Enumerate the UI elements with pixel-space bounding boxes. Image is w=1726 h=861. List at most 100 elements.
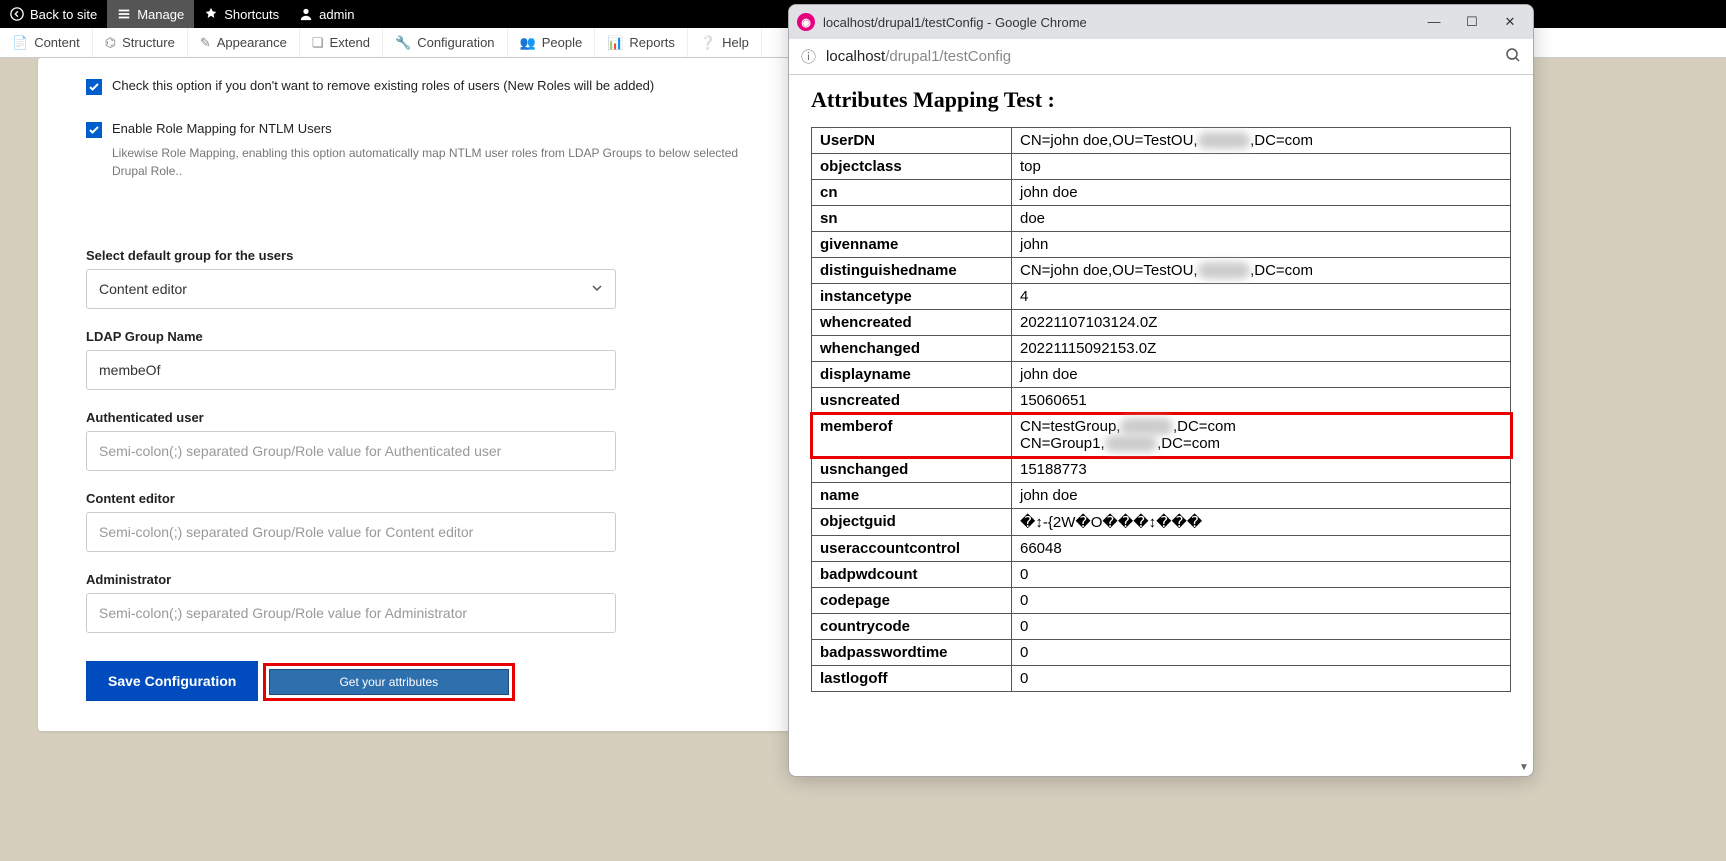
- administrator-input[interactable]: [86, 593, 616, 633]
- attr-key: badpasswordtime: [812, 640, 1012, 666]
- nav-configuration[interactable]: 🔧 Configuration: [383, 28, 508, 57]
- nav-reports[interactable]: 📊 Reports: [595, 28, 688, 57]
- preserve-roles-checkbox-row: Check this option if you don't want to r…: [86, 78, 742, 95]
- wand-icon: ✎: [200, 35, 211, 51]
- attr-key: whenchanged: [812, 336, 1012, 362]
- chrome-body[interactable]: Attributes Mapping Test : UserDNCN=john …: [789, 75, 1533, 776]
- manage-link[interactable]: Manage: [107, 0, 194, 28]
- back-to-site-label: Back to site: [30, 7, 97, 22]
- scroll-down-icon[interactable]: ▼: [1517, 760, 1531, 774]
- nav-reports-label: Reports: [629, 35, 675, 50]
- attr-value: 15188773: [1012, 457, 1511, 483]
- table-row: objectclasstop: [812, 154, 1511, 180]
- ntlm-mapping-checkbox-row: Enable Role Mapping for NTLM Users: [86, 121, 742, 138]
- people-icon: 👥: [520, 35, 536, 51]
- nav-appearance[interactable]: ✎ Appearance: [188, 28, 300, 57]
- attr-value: �↕-{2W�O���↕���: [1012, 509, 1511, 536]
- attr-value: 66048: [1012, 536, 1511, 562]
- table-row: badpwdcount0: [812, 562, 1511, 588]
- table-row: codepage0: [812, 588, 1511, 614]
- back-to-site-link[interactable]: Back to site: [0, 0, 107, 28]
- save-configuration-button[interactable]: Save Configuration: [86, 661, 258, 701]
- attr-key: objectguid: [812, 509, 1012, 536]
- user-label: admin: [319, 7, 354, 22]
- nav-structure-label: Structure: [122, 35, 175, 50]
- nav-help[interactable]: ❔Help: [688, 28, 762, 57]
- attr-value: top: [1012, 154, 1511, 180]
- config-panel: Check this option if you don't want to r…: [38, 58, 790, 731]
- table-row: whenchanged20221115092153.0Z: [812, 336, 1511, 362]
- attr-key: distinguishedname: [812, 258, 1012, 284]
- close-icon[interactable]: ✕: [1503, 14, 1517, 30]
- attributes-heading: Attributes Mapping Test :: [811, 87, 1511, 113]
- chrome-title-bar[interactable]: ◉ localhost/drupal1/testConfig - Google …: [789, 5, 1533, 39]
- shortcuts-link[interactable]: Shortcuts: [194, 0, 289, 28]
- minimize-icon[interactable]: —: [1427, 14, 1441, 30]
- table-row: badpasswordtime0: [812, 640, 1511, 666]
- table-row: UserDNCN=john doe,OU=TestOU,xxxxxxx,DC=c…: [812, 128, 1511, 154]
- attr-key: whencreated: [812, 310, 1012, 336]
- attr-key: badpwdcount: [812, 562, 1012, 588]
- attr-key: sn: [812, 206, 1012, 232]
- chevron-left-icon: [10, 7, 24, 21]
- table-row: cnjohn doe: [812, 180, 1511, 206]
- file-icon: 📄: [12, 35, 28, 51]
- nav-extend[interactable]: ❏Extend: [300, 28, 383, 57]
- table-row: objectguid�↕-{2W�O���↕���: [812, 509, 1511, 536]
- attr-key: usncreated: [812, 388, 1012, 414]
- attr-value: 20221115092153.0Z: [1012, 336, 1511, 362]
- star-icon: [204, 7, 218, 21]
- chrome-window-title: localhost/drupal1/testConfig - Google Ch…: [823, 15, 1087, 30]
- attr-value: john doe: [1012, 180, 1511, 206]
- ntlm-mapping-checkbox[interactable]: [86, 122, 102, 138]
- redacted-text: xxxxxxx: [1198, 132, 1251, 149]
- preserve-roles-checkbox[interactable]: [86, 79, 102, 95]
- table-row: usnchanged15188773: [812, 457, 1511, 483]
- attr-value: john doe: [1012, 483, 1511, 509]
- nav-people[interactable]: 👥People: [508, 28, 596, 57]
- ntlm-mapping-label: Enable Role Mapping for NTLM Users: [112, 121, 332, 136]
- chart-icon: 📊: [607, 35, 623, 51]
- get-attributes-button[interactable]: Get your attributes: [269, 669, 509, 695]
- attr-value: john doe: [1012, 362, 1511, 388]
- nav-appearance-label: Appearance: [217, 35, 287, 50]
- shortcuts-label: Shortcuts: [224, 7, 279, 22]
- auth-user-input[interactable]: [86, 431, 616, 471]
- search-icon[interactable]: [1505, 47, 1521, 67]
- attr-value: 0: [1012, 588, 1511, 614]
- attr-value: 15060651: [1012, 388, 1511, 414]
- manage-label: Manage: [137, 7, 184, 22]
- nav-content[interactable]: 📄Content: [0, 28, 93, 57]
- nav-structure[interactable]: ⌬ Structure: [93, 28, 188, 57]
- help-icon: ❔: [700, 35, 716, 51]
- attr-key: instancetype: [812, 284, 1012, 310]
- nav-extend-label: Extend: [330, 35, 370, 50]
- default-group-select[interactable]: Content editor: [86, 269, 616, 309]
- chevron-down-icon: [591, 281, 603, 297]
- default-group-label: Select default group for the users: [86, 248, 742, 263]
- table-row: instancetype4: [812, 284, 1511, 310]
- get-attributes-highlight: Get your attributes: [263, 663, 515, 701]
- maximize-icon[interactable]: ☐: [1465, 14, 1479, 30]
- attr-key: countrycode: [812, 614, 1012, 640]
- table-row: namejohn doe: [812, 483, 1511, 509]
- attr-value: CN=john doe,OU=TestOU,xxxxxxx,DC=com: [1012, 258, 1511, 284]
- ldap-group-input[interactable]: [86, 350, 616, 390]
- attr-value: 0: [1012, 614, 1511, 640]
- table-row: useraccountcontrol66048: [812, 536, 1511, 562]
- attr-key: name: [812, 483, 1012, 509]
- table-row: displaynamejohn doe: [812, 362, 1511, 388]
- user-link[interactable]: admin: [289, 0, 364, 28]
- content-editor-input[interactable]: [86, 512, 616, 552]
- wrench-icon: 🔧: [395, 35, 411, 51]
- tree-icon: ⌬: [105, 35, 116, 51]
- attr-key: cn: [812, 180, 1012, 206]
- nav-configuration-label: Configuration: [417, 35, 494, 50]
- window-controls: — ☐ ✕: [1427, 14, 1525, 30]
- attr-key: usnchanged: [812, 457, 1012, 483]
- table-row: usncreated15060651: [812, 388, 1511, 414]
- chrome-address-bar[interactable]: ⓘ localhost/drupal1/testConfig: [789, 39, 1533, 75]
- info-icon[interactable]: ⓘ: [801, 46, 816, 67]
- ldap-group-label: LDAP Group Name: [86, 329, 742, 344]
- table-row: countrycode0: [812, 614, 1511, 640]
